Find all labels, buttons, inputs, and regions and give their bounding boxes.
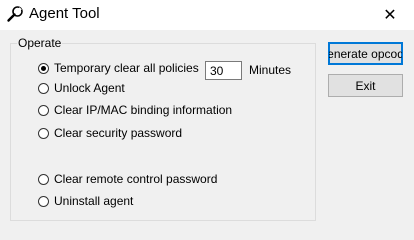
generate-opcode-label: enerate opcod [328, 46, 403, 61]
radio-clear-security-password[interactable]: Clear security password [38, 124, 182, 142]
radio-label: Clear security password [54, 126, 183, 140]
radio-button[interactable] [38, 195, 49, 207]
radio-clear-ip-mac-binding[interactable]: Clear IP/MAC binding information [38, 101, 232, 119]
groupbox-legend: Operate [17, 35, 63, 51]
radio-temporary-clear-policies[interactable]: Temporary clear all policies [38, 59, 199, 77]
minutes-input[interactable] [205, 61, 242, 80]
radio-button[interactable] [38, 62, 49, 74]
generate-opcode-button[interactable]: enerate opcod [328, 42, 403, 65]
radio-unlock-agent[interactable]: Unlock Agent [38, 79, 125, 97]
close-button[interactable]: ✕ [366, 0, 414, 30]
wrench-icon [7, 6, 23, 22]
radio-label: Unlock Agent [54, 81, 125, 95]
radio-button[interactable] [38, 127, 49, 139]
minutes-label: Minutes [249, 63, 292, 77]
radio-clear-remote-control-password[interactable]: Clear remote control password [38, 170, 217, 188]
radio-button[interactable] [38, 104, 49, 116]
exit-label: Exit [355, 78, 376, 93]
close-icon: ✕ [383, 7, 397, 24]
title-bar: Agent Tool ✕ [0, 0, 414, 30]
radio-label: Uninstall agent [54, 194, 134, 208]
radio-button[interactable] [38, 173, 49, 185]
radio-uninstall-agent[interactable]: Uninstall agent [38, 192, 133, 210]
radio-label: Clear remote control password [54, 172, 218, 186]
exit-button[interactable]: Exit [328, 74, 403, 97]
radio-button[interactable] [38, 82, 49, 94]
radio-label: Clear IP/MAC binding information [54, 103, 233, 117]
window-title: Agent Tool [29, 5, 100, 22]
radio-label: Temporary clear all policies [54, 61, 199, 75]
